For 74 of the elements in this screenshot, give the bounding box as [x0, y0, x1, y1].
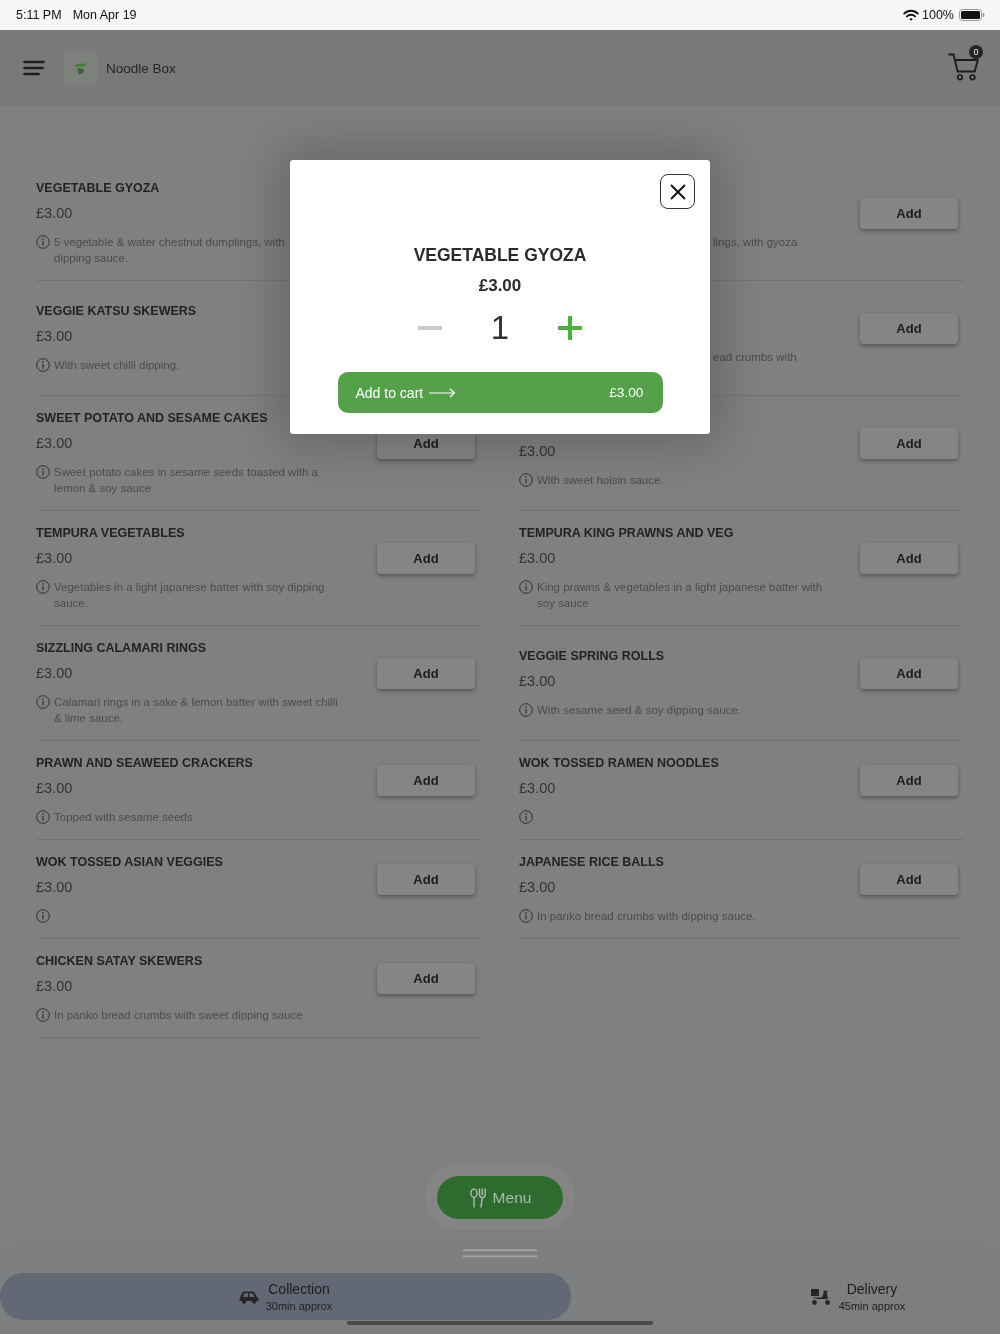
close-icon [668, 182, 687, 201]
item-name: SWEET POTATO AND SESAME CAKES [36, 410, 268, 427]
info-icon [519, 473, 533, 487]
info-icon [519, 909, 533, 923]
add-to-cart-button[interactable]: Add to cart £3.00 [337, 372, 663, 413]
add-button[interactable]: Add [377, 765, 475, 796]
info-icon [36, 580, 50, 594]
drag-handle[interactable] [463, 1249, 537, 1258]
wifi-icon [903, 9, 919, 21]
item-name: CHICKEN SATAY SKEWERS [36, 953, 203, 970]
item-price: £3.00 [519, 442, 556, 460]
logo-icon [64, 51, 97, 85]
dialog-price: £3.00 [478, 276, 522, 296]
plus-icon[interactable] [558, 316, 582, 340]
info-icon [36, 465, 50, 479]
item-price: £3.00 [36, 664, 73, 682]
battery-percent: 100% [922, 8, 954, 22]
item-name: VEGGIE KATSU SKEWERS [36, 303, 197, 320]
info-icon [519, 580, 533, 594]
info-icon [519, 703, 533, 717]
item-name: WOK TOSSED RAMEN NOODLES [519, 755, 719, 772]
add-button[interactable]: Add [860, 198, 958, 229]
info-icon [519, 810, 533, 824]
add-button[interactable]: Add [377, 963, 475, 994]
menu-button[interactable]: Menu [437, 1176, 563, 1219]
item-price: £3.00 [36, 779, 73, 797]
item-name: TEMPURA VEGETABLES [36, 525, 185, 542]
add-button[interactable]: Add [860, 864, 958, 895]
item-price: £3.00 [36, 327, 73, 345]
item-price: £3.00 [519, 549, 556, 567]
item-price: £3.00 [36, 549, 73, 567]
order-mode-tab[interactable]: Delivery 45min approx [571, 1273, 1000, 1320]
item-price: £3.00 [36, 204, 73, 222]
item-price: £3.00 [519, 779, 556, 797]
info-icon [36, 358, 50, 372]
info-icon [36, 235, 50, 249]
quantity-value: 1 [490, 310, 510, 346]
item-name: PRAWN AND SEAWEED CRACKERS [36, 755, 253, 772]
item-name: SIZZLING CALAMARI RINGS [36, 640, 207, 657]
item-name: WOK TOSSED ASIAN VEGGIES [36, 854, 223, 871]
close-button[interactable] [660, 174, 695, 209]
status-date: Mon Apr 19 [72, 8, 137, 22]
car-icon [238, 1289, 259, 1304]
status-time: 5:11 PM [16, 8, 62, 22]
item-price: £3.00 [36, 434, 73, 452]
add-button[interactable]: Add [377, 864, 475, 895]
order-mode-tab[interactable]: Collection 30min approx [0, 1273, 571, 1320]
item-name: VEGGIE SPRING ROLLS [519, 648, 665, 665]
info-icon [36, 909, 50, 923]
add-button[interactable]: Add [860, 658, 958, 689]
item-name: TEMPURA KING PRAWNS AND VEG [519, 525, 734, 542]
scooter-icon [809, 1287, 832, 1306]
add-button[interactable]: Add [860, 765, 958, 796]
menu-icon[interactable] [23, 60, 45, 76]
item-name: JAPANESE RICE BALLS [519, 854, 664, 871]
arrow-right-icon [428, 387, 457, 398]
item-price: £3.00 [36, 878, 73, 896]
utensils-icon [468, 1187, 487, 1208]
add-button[interactable]: Add [377, 543, 475, 574]
dialog-title: VEGETABLE GYOZA [413, 244, 587, 266]
info-icon [36, 1008, 50, 1022]
item-price: £3.00 [36, 977, 73, 995]
restaurant-name: Noodle Box [106, 60, 176, 76]
item-name: VEGETABLE GYOZA [36, 180, 160, 197]
cart-count-badge: 0 [969, 45, 983, 59]
info-icon [36, 695, 50, 709]
item-price: £3.00 [519, 672, 556, 690]
add-button[interactable]: Add [377, 658, 475, 689]
add-button[interactable]: Add [860, 428, 958, 459]
add-button[interactable]: Add [860, 313, 958, 344]
add-button[interactable]: Add [860, 543, 958, 574]
battery-icon [959, 9, 985, 21]
item-price: £3.00 [519, 878, 556, 896]
info-icon [36, 810, 50, 824]
